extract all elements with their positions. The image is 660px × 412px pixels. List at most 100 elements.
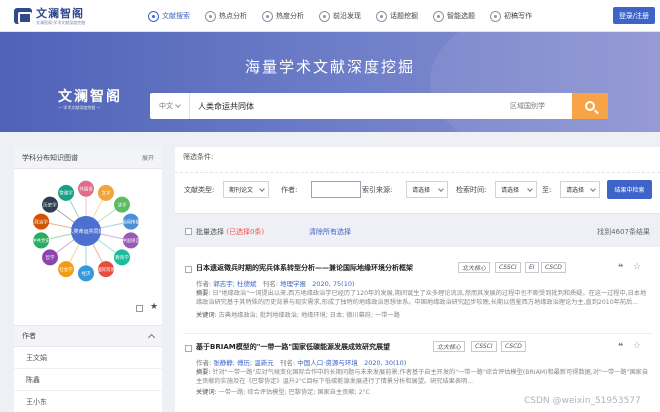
- index-tag: 北大核心: [433, 341, 466, 352]
- chevron-down-icon: [527, 186, 533, 192]
- search-in-results-button[interactable]: 结果中检索: [607, 180, 652, 199]
- graph-node-label: 外国语: [79, 185, 93, 192]
- left-sidebar: 学科分布知识图谱 展开 人类命运共同体 外国语 文学 法学 新闻传播 中国语言 教育学 国际贸…: [14, 147, 162, 412]
- index-tag: CSSCI: [495, 262, 521, 273]
- result-checkbox[interactable]: [185, 345, 192, 352]
- graph-node-label: 国际贸易: [97, 266, 115, 273]
- author-field[interactable]: [311, 181, 361, 198]
- selected-count: (已选择0条): [226, 228, 265, 236]
- result-year[interactable]: 2020, 30(10): [364, 359, 406, 367]
- doc-type-select[interactable]: 期刊论文: [223, 181, 269, 198]
- watermark: CSDN @weixin_51953577: [524, 396, 641, 406]
- search-time-end-select[interactable]: 请选择: [560, 181, 600, 198]
- author-filter-title: 作者: [22, 332, 36, 340]
- author-item[interactable]: 王文娟: [14, 347, 162, 369]
- nav-item-literature-search[interactable]: 文献搜索: [148, 10, 190, 22]
- knowledge-graph[interactable]: 人类命运共同体 外国语 文学 法学 新闻传播 中国语言 教育学 国际贸易 经济 社会学 哲学 中共党史…: [14, 169, 162, 307]
- discipline-select-value: 区域国别学: [510, 102, 545, 110]
- graph-center-label: 人类命运共同体: [68, 228, 103, 235]
- abstract-text: 日"地缘政治"一词提出以来,西方地缘政治学已经历了120年的发展,期间诞生了众多…: [196, 290, 647, 306]
- select-all-checkbox[interactable]: [185, 228, 192, 235]
- abstract-label: 摘要:: [196, 369, 211, 376]
- chevron-up-icon: [147, 333, 156, 342]
- bulb-icon: [433, 10, 444, 22]
- graph-node-label: 文学: [101, 190, 110, 197]
- knowledge-graph-svg: 人类命运共同体外国语文学法学新闻传播中国语言教育学国际贸易经济 社会学哲学 中共党史…: [32, 180, 140, 282]
- logo-title: 文澜智阁: [36, 6, 84, 20]
- cite-icon[interactable]: ❝: [618, 342, 623, 352]
- fire-icon: [205, 10, 216, 22]
- nav-item-label: 话题挖掘: [390, 12, 418, 20]
- result-title[interactable]: 基于BRIAM模型的"一带一路"国家低碳能源发展成效研究展望: [196, 342, 390, 352]
- nav-item-topic-mining[interactable]: 话题挖掘: [376, 10, 418, 22]
- clear-selection-link[interactable]: 清除所有选择: [309, 227, 351, 237]
- result-count: 找到4607条结果: [597, 228, 650, 236]
- result-source[interactable]: 地理学报: [280, 280, 306, 288]
- result-title[interactable]: 日本遗返徵兵时期的宪兵体系转型分析——兼论国际地缘环境分析框架: [196, 263, 413, 273]
- nav-item-trend-analysis[interactable]: 热度分析: [262, 10, 304, 22]
- login-register-button[interactable]: 登录/注册: [613, 7, 655, 24]
- results-panel: 筛选条件: 文献类型: 期刊论文 作者: 索引来源: 请选择 检索时间: 请选择…: [175, 147, 660, 412]
- index-tag: CSCD: [541, 262, 566, 273]
- topic-icon: [376, 10, 387, 22]
- graph-node-label: 社会学: [59, 266, 73, 273]
- result-authors[interactable]: 郭志宇; 杜德斌: [213, 280, 256, 288]
- result-keywords: 关键词: 古典地缘政治; 批判地缘政治; 地缘环境; 日本; 德川幕府; 一带一…: [196, 310, 400, 319]
- discipline-select[interactable]: 区域国别学: [510, 93, 572, 119]
- language-select-value: 中文: [159, 102, 173, 110]
- hero-banner: 海量学术文献深度挖掘 文澜智阁 — 学术文献深度挖掘 — 中文 区域国别学: [0, 32, 660, 132]
- star-icon[interactable]: ★: [150, 302, 158, 312]
- nav-item-label: 文献搜索: [162, 12, 190, 20]
- result-keywords: 关键词: 一带一路; 综合评估模型; 巴黎协定; 国家自主贡献; 2°C: [196, 387, 370, 396]
- language-select[interactable]: 中文: [150, 93, 190, 119]
- search-bar: 中文 区域国别学: [150, 93, 608, 119]
- result-abstract: 摘要: 日"地缘政治"一词提出以来,西方地缘政治学已经历了120年的发展,期间诞…: [196, 289, 651, 307]
- search-button[interactable]: [572, 93, 608, 119]
- source-label: 刊名:: [280, 359, 296, 367]
- keywords-text: 古典地缘政治; 批判地缘政治; 地缘环境; 日本; 德川幕府; 一带一路: [218, 312, 400, 319]
- result-source[interactable]: 中国人口·资源与环境: [297, 359, 358, 367]
- expand-graph-link[interactable]: 展开: [142, 153, 154, 162]
- nav-item-label: 初稿写作: [504, 12, 532, 20]
- graph-node-label: 新闻传播: [122, 218, 140, 225]
- search-time-start-select[interactable]: 请选择: [495, 181, 537, 198]
- favorite-icon[interactable]: ☆: [633, 341, 641, 351]
- author-item[interactable]: 陈鑫: [14, 369, 162, 391]
- site-logo[interactable]: 文澜智阁 文澜智阁·学术文献深度挖掘: [14, 6, 85, 26]
- author-filter-header[interactable]: 作者: [14, 325, 162, 347]
- graph-node-label: 哲学: [46, 254, 55, 261]
- index-tag: 北大核心: [458, 262, 491, 273]
- main-nav: 文献搜索 热点分析 热度分析 前沿发现 话题挖掘 智能选题 初稿写作: [148, 0, 547, 32]
- abstract-label: 摘要:: [196, 290, 211, 297]
- nav-item-frontier-discovery[interactable]: 前沿发现: [319, 10, 361, 22]
- banner-title: 海量学术文献深度挖掘: [244, 58, 415, 76]
- nav-item-draft-writing[interactable]: 初稿写作: [490, 10, 532, 22]
- graph-node-label: 中共党史: [32, 237, 50, 244]
- result-year[interactable]: 2020, 75(10): [312, 280, 354, 288]
- divider: [183, 333, 653, 334]
- cite-icon[interactable]: ❝: [618, 263, 623, 273]
- graph-node-label: 经济: [82, 270, 91, 277]
- index-source-select[interactable]: 请选择: [406, 181, 448, 198]
- nav-item-label: 热度分析: [276, 12, 304, 20]
- favorite-icon[interactable]: ☆: [633, 262, 641, 272]
- author-list: 王文娟 陈鑫 王小东: [14, 347, 162, 412]
- nav-item-smart-topic-selection[interactable]: 智能选题: [433, 10, 475, 22]
- divider: [175, 172, 660, 173]
- author-field-label: 作者:: [281, 186, 298, 194]
- nav-item-hotspot-analysis[interactable]: 热点分析: [205, 10, 247, 22]
- result-authors[interactable]: 张静静; 傅历; 温新元: [213, 359, 274, 367]
- authors-label: 作者:: [196, 359, 212, 367]
- chart-icon: [262, 10, 273, 22]
- index-source-value: 请选择: [412, 187, 431, 194]
- knowledge-graph-title: 学科分布知识图谱: [22, 153, 78, 162]
- result-checkbox[interactable]: [185, 266, 192, 273]
- search-input[interactable]: [190, 93, 510, 119]
- knowledge-graph-header: 学科分布知识图谱 展开: [14, 147, 162, 169]
- search-time-start-value: 请选择: [501, 187, 520, 194]
- author-item[interactable]: 王小东: [14, 391, 162, 412]
- fullscreen-icon[interactable]: [136, 305, 143, 312]
- authors-label: 作者:: [196, 280, 212, 288]
- banner-brand-subtitle: — 学术文献深度挖掘 —: [58, 105, 101, 110]
- doc-type-value: 期刊论文: [229, 187, 254, 194]
